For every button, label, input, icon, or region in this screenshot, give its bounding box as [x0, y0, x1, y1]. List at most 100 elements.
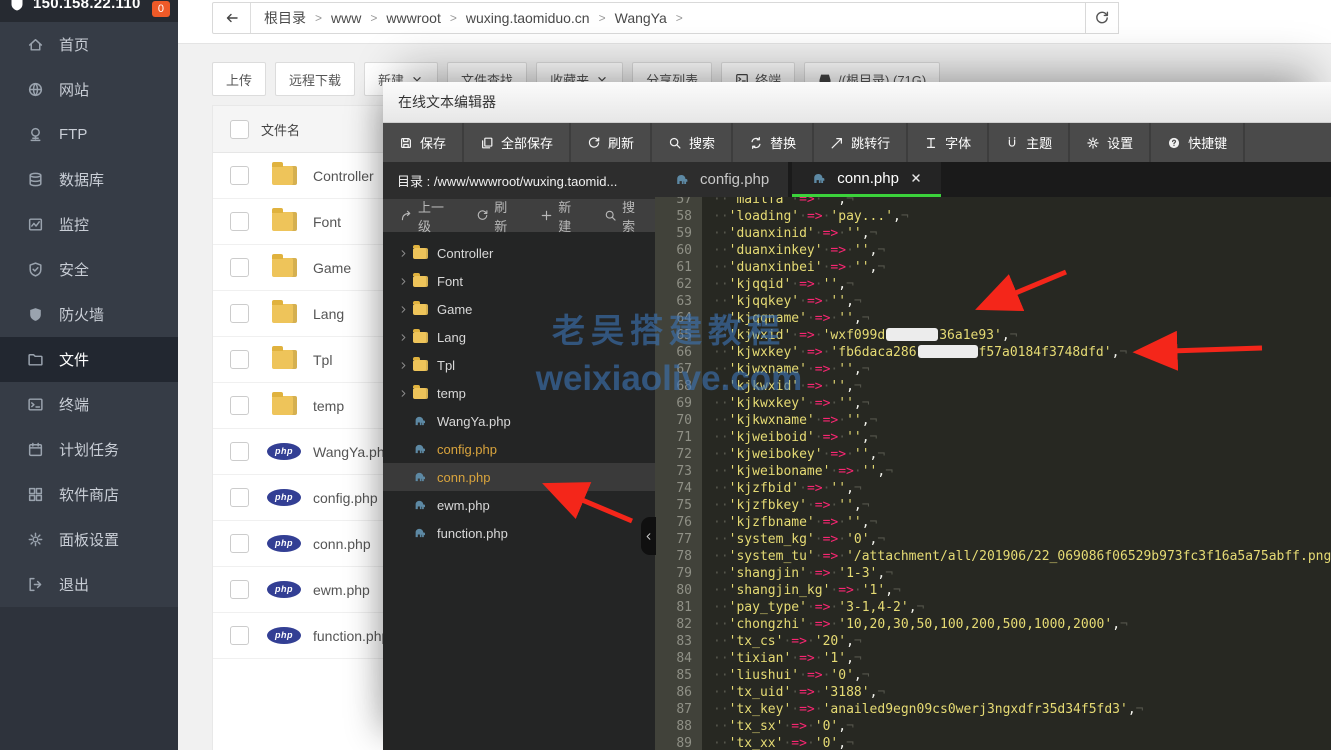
toolbar-button-btn[interactable]: 远程下载	[275, 62, 355, 96]
line-number: 62	[655, 276, 692, 293]
tree-file-conn.php[interactable]: conn.php	[383, 463, 655, 491]
tree-file-ewm.php[interactable]: ewm.php	[383, 491, 655, 519]
line-number: 88	[655, 718, 692, 735]
line-number: 81	[655, 599, 692, 616]
breadcrumb-item[interactable]: wwwroot	[386, 10, 440, 26]
tree-folder-Game[interactable]: Game	[383, 295, 655, 323]
row-checkbox[interactable]	[230, 396, 249, 415]
chevron-right-icon	[398, 248, 409, 259]
row-checkbox[interactable]	[230, 580, 249, 599]
sidebar-item-cron[interactable]: 计划任务	[0, 427, 178, 472]
sidebar-item-terminal[interactable]: 终端	[0, 382, 178, 427]
editor-toolbar-refresh-button[interactable]: 刷新	[571, 123, 652, 162]
breadcrumb-item[interactable]: www	[331, 10, 361, 26]
breadcrumb-item[interactable]: 根目录	[264, 8, 306, 28]
sidebar-item-firewall[interactable]: 防火墙	[0, 292, 178, 337]
tree-folder-Font[interactable]: Font	[383, 267, 655, 295]
editor-toolbar-font-button[interactable]: 字体	[908, 123, 989, 162]
code-line: ··'system_tu'·=>·'/attachment/all/201906…	[713, 548, 1331, 565]
sidebar-item-logout[interactable]: 退出	[0, 562, 178, 607]
chevron-right-icon	[398, 332, 409, 343]
row-checkbox[interactable]	[230, 626, 249, 645]
file-name: config.php	[313, 490, 378, 506]
folder-icon	[413, 360, 428, 371]
breadcrumb-separator: >	[599, 11, 606, 25]
editor-directory-path: 目录 : /www/wwwroot/wuxing.taomid...	[383, 162, 655, 199]
sidebar-item-home[interactable]: 首页	[0, 22, 178, 67]
code-line: ··'system_kg'·=>·'0',¬	[713, 531, 1331, 548]
sidebar-item-settings[interactable]: 面板设置	[0, 517, 178, 562]
editor-tab-conn.php[interactable]: conn.php	[792, 162, 941, 197]
tree-folder-Tpl[interactable]: Tpl	[383, 351, 655, 379]
row-checkbox[interactable]	[230, 166, 249, 185]
editor-tab-config.php[interactable]: config.php	[655, 162, 788, 197]
editor-toolbar-search-button[interactable]: 搜索	[652, 123, 733, 162]
sidebar-item-files[interactable]: 文件	[0, 337, 178, 382]
row-checkbox[interactable]	[230, 212, 249, 231]
sidebar-item-label: 软件商店	[59, 484, 119, 505]
select-all-checkbox[interactable]	[230, 120, 249, 139]
line-number: 60	[655, 242, 692, 259]
tree-file-config.php[interactable]: config.php	[383, 435, 655, 463]
sidebar-item-label: 面板设置	[59, 529, 119, 550]
code-line: ··'tx_uid'·=>·'3188',¬	[713, 684, 1331, 701]
code-line: ··'kjqqkey'·=>·'',¬	[713, 293, 1331, 310]
editor-toolbar-theme-button[interactable]: 主题	[989, 123, 1070, 162]
tree-folder-temp[interactable]: temp	[383, 379, 655, 407]
editor-toolbar-save-button[interactable]: 保存	[383, 123, 464, 162]
sidebar-item-ftp[interactable]: FTP	[0, 112, 178, 157]
code-line: ··'kjkwxid'·=>·'',¬	[713, 378, 1331, 395]
code-line: ··'kjzfbid'·=>·'',¬	[713, 480, 1331, 497]
breadcrumb-separator: >	[315, 11, 322, 25]
sidebar: 150.158.22.110 0 首页 网站 FTP 数据库 监控 安全 防火墙…	[0, 0, 178, 750]
breadcrumb-item[interactable]: WangYa	[615, 10, 667, 26]
editor-toolbar-settings-button[interactable]: 设置	[1070, 123, 1151, 162]
sidebar-item-label: 监控	[59, 214, 89, 235]
sidebar-item-label: 防火墙	[59, 304, 104, 325]
tree-folder-Lang[interactable]: Lang	[383, 323, 655, 351]
back-button[interactable]	[213, 3, 251, 33]
editor-title: 在线文本编辑器	[398, 92, 496, 112]
tree-toolbar-search-button[interactable]: 搜索	[595, 197, 655, 235]
folder-icon	[272, 166, 297, 185]
refresh-button[interactable]	[1085, 2, 1119, 34]
server-ip-bar[interactable]: 150.158.22.110 0	[0, 0, 178, 22]
editor-toolbar-hotkey-button[interactable]: 快捷键	[1151, 123, 1245, 162]
tree-file-function.php[interactable]: function.php	[383, 519, 655, 547]
search-icon	[668, 136, 682, 150]
collapse-tree-handle[interactable]	[641, 517, 656, 555]
tree-folder-Controller[interactable]: Controller	[383, 239, 655, 267]
chevron-right-icon	[398, 360, 409, 371]
sidebar-item-label: 数据库	[59, 169, 104, 190]
sidebar-item-monitor[interactable]: 监控	[0, 202, 178, 247]
row-checkbox[interactable]	[230, 534, 249, 553]
tree-toolbar-up-button[interactable]: 上一级	[391, 197, 463, 235]
sidebar-item-store[interactable]: 软件商店	[0, 472, 178, 517]
editor-toolbar-saveall-button[interactable]: 全部保存	[464, 123, 571, 162]
sidebar-item-globe[interactable]: 网站	[0, 67, 178, 112]
row-checkbox[interactable]	[230, 442, 249, 461]
toolbar-button-btn[interactable]: 上传	[212, 62, 266, 96]
save-icon	[399, 136, 413, 150]
tree-toolbar-refresh-button[interactable]: 刷新	[467, 197, 527, 235]
tree-toolbar-plus-button[interactable]: 新建	[531, 197, 591, 235]
row-checkbox[interactable]	[230, 488, 249, 507]
code-line: ··'shangjin_kg'·=>·'1',¬	[713, 582, 1331, 599]
tree-file-WangYa.php[interactable]: WangYa.php	[383, 407, 655, 435]
editor-toolbar-replace-button[interactable]: 替换	[733, 123, 814, 162]
message-badge[interactable]: 0	[152, 1, 170, 17]
editor-toolbar-goto-button[interactable]: 跳转行	[814, 123, 908, 162]
firewall-icon	[27, 306, 44, 323]
row-checkbox[interactable]	[230, 304, 249, 323]
sidebar-item-security[interactable]: 安全	[0, 247, 178, 292]
code-editor[interactable]: 5758596061626364656667686970717273747576…	[655, 197, 1331, 750]
file-name: Lang	[313, 306, 344, 322]
breadcrumb-item[interactable]: wuxing.taomiduo.cn	[466, 10, 590, 26]
code-panel: config.php conn.php 57585960616263646566…	[655, 162, 1331, 750]
sidebar-item-database[interactable]: 数据库	[0, 157, 178, 202]
row-checkbox[interactable]	[230, 258, 249, 277]
line-number: 76	[655, 514, 692, 531]
row-checkbox[interactable]	[230, 350, 249, 369]
close-tab-icon[interactable]	[910, 172, 922, 184]
line-number: 77	[655, 531, 692, 548]
